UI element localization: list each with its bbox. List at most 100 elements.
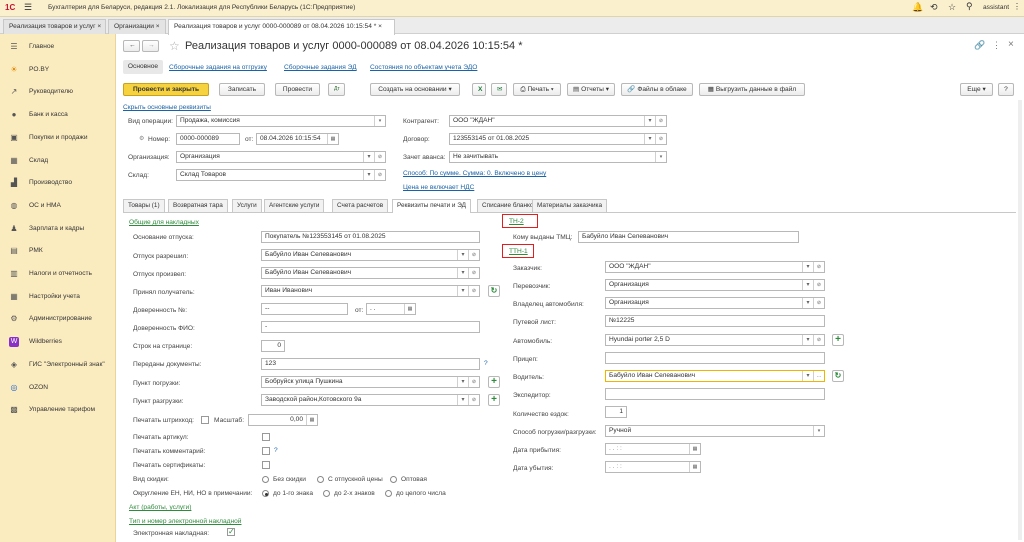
advance-select[interactable]: Не зачитывать ▾ — [449, 151, 667, 163]
made-select[interactable]: Бабуйло Иван Селеванович ▾ ⊘ — [261, 267, 480, 279]
upload-button[interactable]: ▦ Выгрузить данные в файл — [699, 83, 805, 96]
tab-services[interactable]: Услуги — [232, 199, 262, 212]
basis-input[interactable]: Покупатель №123553145 от 01.08.2025 — [261, 231, 480, 243]
add-load-button[interactable]: + — [488, 376, 500, 388]
mail-icon[interactable]: ✉ — [491, 83, 507, 96]
save-button[interactable]: Записать — [219, 83, 265, 96]
proxy-number-input[interactable]: -- — [261, 303, 348, 315]
reports-button[interactable]: ▤ Отчеты ▾ — [567, 83, 615, 96]
refresh-driver-button[interactable]: ↻ — [832, 370, 844, 382]
sidebar-item[interactable]: ↗ Руководителю — [0, 81, 116, 103]
unload-select[interactable]: Заводской район,Котовского 9а ▾ ⊘ — [261, 394, 480, 406]
etype-link[interactable]: Тип и номер электронной накладной — [129, 518, 241, 525]
tmc-input[interactable]: Бабуйло Иван Селеванович — [578, 231, 799, 243]
owner-select[interactable]: Организация ▾ ⊘ — [605, 297, 825, 309]
barcode-checkbox[interactable] — [201, 416, 209, 424]
sidebar-item[interactable]: ☰ Главное — [0, 36, 116, 58]
tab-organizations[interactable]: Организации × — [108, 19, 166, 34]
sidebar-item[interactable]: W Wildberries — [0, 331, 116, 353]
ttn1-link[interactable]: ТТН-1 — [509, 248, 528, 255]
contract-select[interactable]: 123553145 от 01.08.2025 ▾ ⊘ — [449, 133, 667, 145]
comment-checkbox[interactable] — [262, 447, 270, 455]
history-icon[interactable]: ⟲ — [930, 2, 938, 13]
date-input[interactable]: 08.04.2026 10:15:54 ▦ — [256, 133, 339, 145]
disc-none-radio[interactable] — [262, 476, 269, 483]
cloud-files-button[interactable]: 🔗 Файлы в облаке — [621, 83, 693, 96]
customer-select[interactable]: ООО "ЖДАН" ▾ ⊘ — [605, 261, 825, 273]
sidebar-item[interactable]: ◎ OZON — [0, 377, 116, 399]
common-invoices-link[interactable]: Общие для накладных — [129, 219, 199, 226]
print-button[interactable]: ⎙ Печать ▾ — [513, 83, 561, 96]
tab-sales-list[interactable]: Реализация товаров и услуг × — [3, 19, 106, 34]
scrollbar[interactable] — [1018, 100, 1022, 540]
sidebar-item[interactable]: ◍ ОС и НМА — [0, 195, 116, 217]
allowed-select[interactable]: Бабуйло Иван Селеванович ▾ ⊘ — [261, 249, 480, 261]
rides-input[interactable]: 1 — [605, 406, 627, 418]
subnav-main[interactable]: Основное — [123, 60, 163, 74]
disc-factory-radio[interactable] — [317, 476, 324, 483]
sidebar-item[interactable]: ▣ Покупки и продажи — [0, 127, 116, 149]
disc-wholesale-radio[interactable] — [390, 476, 397, 483]
sidebar-item[interactable]: ▤ РМК — [0, 240, 116, 262]
excel-icon[interactable]: X — [472, 83, 486, 96]
sidebar-item[interactable]: ▩ Управление тарифом — [0, 399, 116, 421]
sidebar-item[interactable]: ● Банк и касса — [0, 104, 116, 126]
load-select[interactable]: Бобруйск улица Пушкина ▾ ⊘ — [261, 376, 480, 388]
kebab-icon[interactable]: ⋮ — [992, 40, 1001, 51]
subnav-edo-states[interactable]: Состояния по объектам учета ЭДО — [370, 64, 477, 71]
sidebar-item[interactable]: ☀ PO.BY — [0, 59, 116, 81]
sidebar-item[interactable]: ▟ Производство — [0, 172, 116, 194]
comment-help-icon[interactable]: ? — [274, 447, 278, 454]
close-icon[interactable]: × — [1008, 39, 1014, 50]
loading-method-select[interactable]: Ручной ▾ — [605, 425, 825, 437]
sidebar-item[interactable]: ▥ Налоги и отчетность — [0, 263, 116, 285]
departure-input[interactable]: . . : : ▦ — [605, 461, 701, 473]
subnav-assembly-ed[interactable]: Сборочные задания ЭД — [284, 64, 357, 71]
docs-input[interactable]: 123 — [261, 358, 480, 370]
search-icon[interactable]: ⚲ — [966, 1, 973, 12]
tab-sales-doc[interactable]: Реализация товаров и услуг 0000-000089 о… — [168, 19, 395, 35]
act-link[interactable]: Акт (работы, услуги) — [129, 504, 191, 511]
round-int-radio[interactable] — [385, 490, 392, 497]
user-name[interactable]: assistant — [983, 4, 1009, 11]
sidebar-item[interactable]: ▦ Склад — [0, 150, 116, 172]
organization-select[interactable]: Организация ▾ ⊘ — [176, 151, 386, 163]
star-icon[interactable]: ☆ — [948, 2, 956, 13]
payment-method-link[interactable]: Способ: По сумме. Сумма: 0. Включено в ц… — [403, 170, 546, 177]
forward-button[interactable]: → — [142, 40, 159, 52]
tab-return-packaging[interactable]: Возвратная тара — [168, 199, 228, 212]
arrival-input[interactable]: . . : : ▦ — [605, 443, 701, 455]
post-button[interactable]: Провести — [275, 83, 320, 96]
add-car-button[interactable]: + — [832, 334, 844, 346]
cert-checkbox[interactable] — [262, 461, 270, 469]
waybill-input[interactable]: №12225 — [605, 315, 825, 327]
subnav-assembly[interactable]: Сборочные задания на отгрузку — [169, 64, 267, 71]
tab-goods[interactable]: Товары (1) — [123, 199, 165, 212]
more-button[interactable]: Еще ▾ — [960, 83, 993, 96]
enakl-checkbox[interactable]: ✓ — [227, 528, 235, 536]
receiver-select[interactable]: Иван Иванович ▾ ⊘ — [261, 285, 480, 297]
operation-select[interactable]: Продажа, комиссия ▾ — [176, 115, 386, 127]
forwarder-input[interactable] — [605, 388, 825, 400]
warehouse-select[interactable]: Склад Товаров ▾ ⊘ — [176, 169, 386, 181]
back-button[interactable]: ← — [123, 40, 140, 52]
hide-details-link[interactable]: Скрыть основные реквизиты — [123, 104, 211, 111]
car-select[interactable]: Hyundai porter 2,5 D ▾ ⊘ — [605, 334, 825, 346]
lines-input[interactable]: 0 — [261, 340, 285, 352]
article-checkbox[interactable] — [262, 433, 270, 441]
add-unload-button[interactable]: + — [488, 394, 500, 406]
round-1-radio[interactable] — [262, 490, 269, 497]
proxy-fio-input[interactable]: - — [261, 321, 480, 333]
tab-print-details[interactable]: Реквизиты печати и ЭД — [392, 199, 471, 213]
more-icon[interactable]: ⋮ — [1013, 2, 1021, 11]
link-icon[interactable]: 🔗 — [974, 40, 985, 51]
post-and-close-button[interactable]: Провести и закрыть — [123, 83, 209, 96]
trailer-input[interactable] — [605, 352, 825, 364]
create-based-button[interactable]: Создать на основании ▾ — [370, 83, 460, 96]
menu-icon[interactable]: ☰ — [24, 2, 32, 13]
tab-customer-materials[interactable]: Материалы заказчика — [532, 199, 608, 212]
scale-input[interactable]: 0,00 ▦ — [248, 414, 318, 426]
sidebar-item[interactable]: ♟ Зарплата и кадры — [0, 218, 116, 240]
driver-select[interactable]: Бабуйло Иван Селеванович ▾… — [605, 370, 825, 382]
proxy-date-input[interactable]: . . ▦ — [366, 303, 416, 315]
